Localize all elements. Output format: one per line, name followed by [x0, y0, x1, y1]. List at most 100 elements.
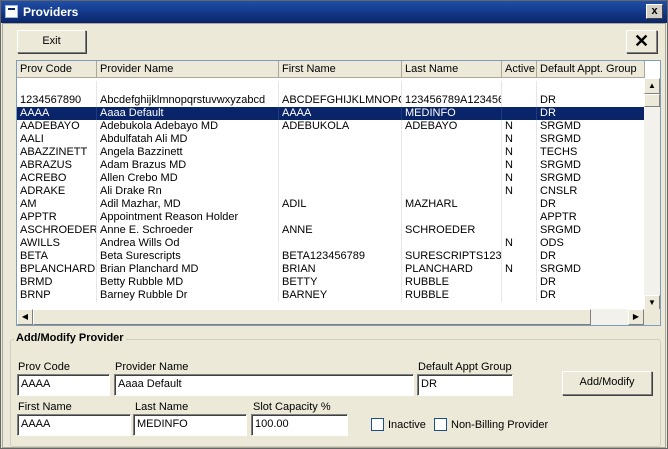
inactive-checkbox[interactable] — [371, 418, 384, 431]
column-header-prov-code[interactable]: Prov Code — [17, 61, 97, 78]
table-row[interactable]: ASCHROEDER Anne E. Schroeder ANNE SCHROEDER… — [17, 224, 645, 237]
column-header-provider-name[interactable]: Provider Name — [97, 61, 279, 78]
exit-button[interactable]: Exit — [17, 30, 86, 53]
cell-active — [502, 198, 537, 211]
cell-last-name — [402, 172, 502, 185]
table-row[interactable]: BRNP Barney Rubble Dr BARNEY RUBBLE DR — [17, 289, 645, 302]
cell-last-name — [402, 159, 502, 172]
cell-prov-code: ABAZZINETT — [17, 146, 97, 159]
table-row[interactable] — [17, 81, 645, 94]
add-modify-button[interactable]: Add/Modify — [562, 371, 652, 395]
cell-default-appt-group: SRGMD — [537, 172, 645, 185]
cell-last-name — [402, 133, 502, 146]
table-row[interactable]: ABAZZINETT Angela Bazzinett N TECHS — [17, 146, 645, 159]
table-row[interactable]: ACREBO Allen Crebo MD N SRGMD — [17, 172, 645, 185]
cell-default-appt-group: ODS — [537, 237, 645, 250]
cell-first-name — [279, 211, 402, 224]
horizontal-scroll-thumb[interactable] — [33, 309, 591, 325]
column-header-active[interactable]: Active — [502, 61, 537, 78]
cell-provider-name: Angela Bazzinett — [97, 146, 279, 159]
table-row[interactable]: BRMD Betty Rubble MD BETTY RUBBLE DR — [17, 276, 645, 289]
cell-first-name — [279, 159, 402, 172]
cell-provider-name: Aaaa Default — [97, 107, 279, 120]
cell-default-appt-group: DR — [537, 250, 645, 263]
table-row[interactable]: ADRAKE Ali Drake Rn N CNSLR — [17, 185, 645, 198]
cell-first-name: ADIL — [279, 198, 402, 211]
cell-provider-name: Anne E. Schroeder — [97, 224, 279, 237]
cell-active: N — [502, 133, 537, 146]
cell-first-name: ADEBUKOLA — [279, 120, 402, 133]
cell-prov-code: BPLANCHARD — [17, 263, 97, 276]
cell-last-name: MEDINFO — [402, 107, 502, 120]
column-header-default-appt-group[interactable]: Default Appt. Group — [537, 61, 645, 78]
inactive-label: Inactive — [388, 419, 426, 431]
cell-provider-name: Beta Surescripts — [97, 250, 279, 263]
cell-default-appt-group: APPTR — [537, 211, 645, 224]
cell-first-name — [279, 237, 402, 250]
column-header-first-name[interactable]: First Name — [279, 61, 402, 78]
cell-prov-code: ABRAZUS — [17, 159, 97, 172]
provider-name-label: Provider Name — [115, 361, 189, 373]
prov-code-field[interactable]: AAAA — [17, 374, 110, 396]
cell-first-name: BARNEY — [279, 289, 402, 302]
table-row[interactable]: AALI Abdulfatah Ali MD N SRGMD — [17, 133, 645, 146]
cell-last-name: RUBBLE — [402, 289, 502, 302]
last-name-label: Last Name — [135, 401, 189, 413]
slot-capacity-field[interactable]: 100.00 — [251, 414, 348, 436]
cell-provider-name: Adebukola Adebayo MD — [97, 120, 279, 133]
close-icon[interactable]: ✕ — [626, 30, 657, 53]
cell-last-name — [402, 211, 502, 224]
cell-default-appt-group: SRGMD — [537, 120, 645, 133]
cell-prov-code: BRNP — [17, 289, 97, 302]
table-row[interactable]: BPLANCHARD Brian Planchard MD BRIAN PLANCHA… — [17, 263, 645, 276]
cell-prov-code: AAAA — [17, 107, 97, 120]
vertical-scroll-thumb[interactable] — [644, 94, 660, 107]
scroll-up-icon[interactable]: ▲ — [644, 78, 660, 94]
cell-first-name — [279, 133, 402, 146]
cell-default-appt-group: SRGMD — [537, 263, 645, 276]
cell-prov-code: AM — [17, 198, 97, 211]
cell-active — [502, 211, 537, 224]
cell-active: N — [502, 159, 537, 172]
cell-prov-code — [17, 81, 97, 94]
table-row[interactable]: AWILLS Andrea Wills Od N ODS — [17, 237, 645, 250]
scroll-right-icon[interactable]: ▶ — [628, 309, 644, 325]
column-header-last-name[interactable]: Last Name — [402, 61, 502, 78]
scroll-corner — [644, 309, 660, 325]
provider-name-field[interactable]: Aaaa Default — [114, 374, 414, 396]
cell-provider-name: Adam Brazus MD — [97, 159, 279, 172]
cell-last-name — [402, 146, 502, 159]
table-row[interactable]: ABRAZUS Adam Brazus MD N SRGMD — [17, 159, 645, 172]
cell-provider-name — [97, 81, 279, 94]
cell-last-name: ADEBAYO — [402, 120, 502, 133]
cell-active — [502, 81, 537, 94]
table-row[interactable]: 1234567890 Abcdefghijklmnopqrstuvwxyzabcd… — [17, 94, 645, 107]
vertical-scrollbar[interactable]: ▲ ▼ — [644, 78, 660, 311]
scroll-left-icon[interactable]: ◀ — [17, 309, 33, 325]
cell-last-name: PLANCHARD — [402, 263, 502, 276]
table-row[interactable]: BETA Beta Surescripts BETA123456789 SURESCR… — [17, 250, 645, 263]
non-billing-checkbox[interactable] — [434, 418, 447, 431]
non-billing-label: Non-Billing Provider — [451, 419, 549, 431]
default-appt-group-field[interactable]: DR — [417, 374, 513, 396]
cell-provider-name: Brian Planchard MD — [97, 263, 279, 276]
cell-prov-code: AADEBAYO — [17, 120, 97, 133]
window-close-button[interactable]: x — [646, 4, 663, 19]
last-name-field[interactable]: MEDINFO — [133, 414, 247, 436]
providers-window: Providers x Exit ✕ Prov Code Provider Nam… — [0, 0, 668, 449]
table-row[interactable]: AADEBAYO Adebukola Adebayo MD ADEBUKOLA ADE… — [17, 120, 645, 133]
table-row[interactable]: AM Adil Mazhar, MD ADIL MAZHARL DR — [17, 198, 645, 211]
cell-provider-name: Adil Mazhar, MD — [97, 198, 279, 211]
first-name-field[interactable]: AAAA — [17, 414, 131, 436]
cell-provider-name: Allen Crebo MD — [97, 172, 279, 185]
cell-last-name: SURESCRIPTS123 — [402, 250, 502, 263]
cell-prov-code: ADRAKE — [17, 185, 97, 198]
prov-code-label: Prov Code — [18, 361, 70, 373]
cell-last-name — [402, 185, 502, 198]
cell-first-name — [279, 172, 402, 185]
cell-first-name: BETTY — [279, 276, 402, 289]
horizontal-scrollbar[interactable]: ◀ ▶ — [17, 309, 644, 325]
table-row[interactable]: APPTR Appointment Reason Holder APPTR — [17, 211, 645, 224]
table-row[interactable]: AAAA Aaaa Default AAAA MEDINFO DR — [17, 107, 645, 120]
cell-last-name: 123456789A123456 — [402, 94, 502, 107]
